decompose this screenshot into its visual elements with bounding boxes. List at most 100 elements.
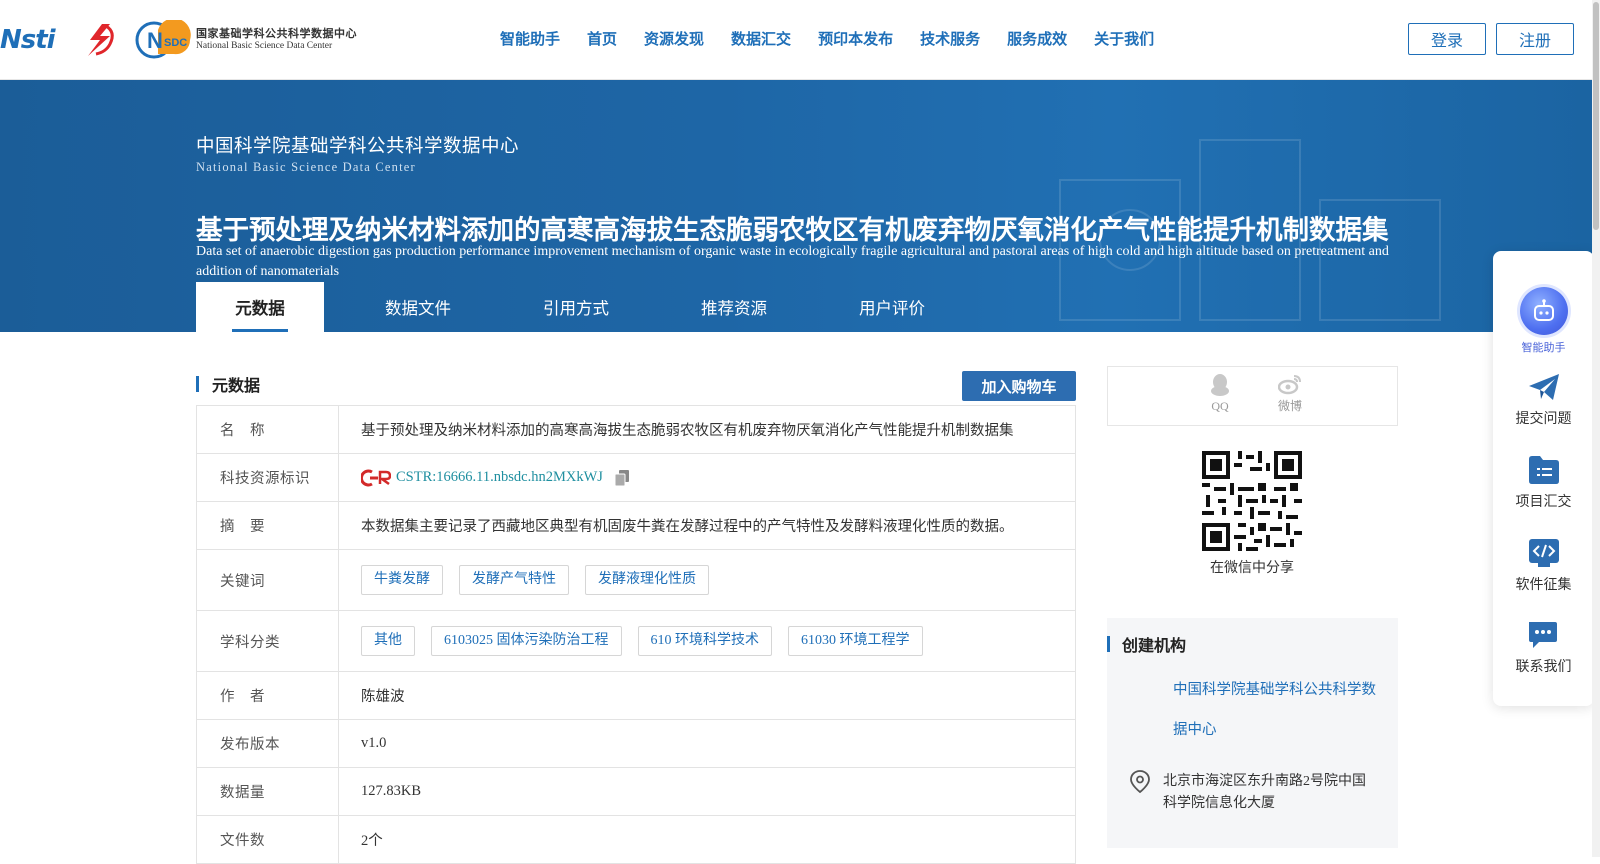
creator-address: 北京市海淀区东升南路2号院中国科学院信息化大厦 [1163, 774, 1366, 811]
name-value: 基于预处理及纳米材料添加的高寒高海拔生态脆弱农牧区有机废弃物厌氧消化产气性能提升… [361, 423, 1014, 439]
nav-item-home[interactable]: 首页 [587, 28, 617, 49]
float-contact-us[interactable]: 联系我们 [1493, 620, 1594, 676]
dataset-title-en: Data set of anaerobic digestion gas prod… [196, 244, 1389, 279]
float-ai-assistant[interactable]: 智能助手 [1493, 287, 1594, 355]
nsdc-logo-mark: N SDC [135, 20, 191, 59]
share-weibo-label: 微博 [1277, 399, 1302, 413]
table-row: 科技资源标识 CSTR:16666.11.nbsdc.hn2MXkWJ [197, 454, 1075, 502]
version-value: v1.0 [361, 735, 387, 751]
banner-org-cn: 中国科学院基础学科公共科学数据中心 [196, 137, 520, 157]
nav-item-resource-discovery[interactable]: 资源发现 [644, 28, 704, 49]
float-contact-label: 联系我们 [1515, 659, 1572, 675]
svg-text:SDC: SDC [164, 37, 187, 49]
cstr-value: CSTR:16666.11.nbsdc.hn2MXkWJ [396, 469, 603, 485]
table-row: 名 称 基于预处理及纳米材料添加的高寒高海拔生态脆弱农牧区有机废弃物厌氧消化产气… [197, 406, 1075, 454]
metadata-section-title: 元数据 [212, 376, 261, 395]
creator-org-line2: 据中心 [1173, 722, 1217, 738]
float-software-call[interactable]: 软件征集 [1493, 538, 1594, 594]
floating-side-panel: 智能助手 提交问题 项目汇交 软件征集 联系我们 [1493, 251, 1594, 706]
keyword-tag[interactable]: 发酵液理化性质 [585, 565, 709, 595]
banner-org-en: National Basic Science Data Center [196, 160, 416, 174]
float-software-label: 软件征集 [1515, 577, 1572, 593]
tab-data-files[interactable]: 数据文件 [354, 282, 482, 332]
register-button[interactable]: 注册 [1496, 23, 1574, 55]
subject-tag[interactable]: 6103025 固体污染防治工程 [431, 626, 622, 656]
author-value: 陈雄波 [361, 689, 405, 705]
add-to-cart-button[interactable]: 加入购物车 [962, 371, 1076, 401]
cas-logo[interactable] [80, 22, 120, 58]
creator-org-link[interactable]: 中国科学院基础学科公共科学数 据中心 [1173, 670, 1383, 750]
login-button[interactable]: 登录 [1408, 23, 1486, 55]
weibo-icon [1278, 375, 1301, 395]
file-count-value: 2个 [361, 833, 383, 849]
author-label: 作 者 [197, 672, 339, 719]
nav-item-tech-service[interactable]: 技术服务 [920, 28, 980, 49]
tab-recommended[interactable]: 推荐资源 [670, 282, 798, 332]
cstr-identifier[interactable]: CSTR:16666.11.nbsdc.hn2MXkWJ [361, 469, 603, 487]
version-label: 发布版本 [197, 720, 339, 767]
copy-icon[interactable] [614, 469, 629, 486]
subject-tag[interactable]: 61030 环境工程学 [788, 626, 923, 656]
table-row: 学科分类 其他 6103025 固体污染防治工程 610 环境科学技术 6103… [197, 611, 1075, 672]
creator-org-line1: 中国科学院基础学科公共科学数 [1173, 682, 1376, 698]
code-icon [1528, 539, 1559, 567]
subject-tag[interactable]: 610 环境科学技术 [637, 626, 772, 656]
cstr-logo-icon [361, 469, 391, 486]
creator-heading: 创建机构 [1107, 632, 1186, 656]
table-row: 关键词 牛粪发酵 发酵产气特性 发酵液理化性质 [197, 550, 1075, 611]
table-row: 摘 要 本数据集主要记录了西藏地区典型有机固废牛粪在发酵过程中的产气特性及发酵料… [197, 502, 1075, 550]
nav-item-service-results[interactable]: 服务成效 [1007, 28, 1067, 49]
wechat-qr-code [1202, 451, 1302, 551]
table-row: 发布版本 v1.0 [197, 720, 1075, 768]
tab-metadata[interactable]: 元数据 [196, 282, 324, 332]
heading-accent-bar [1107, 636, 1110, 652]
metadata-section-heading: 元数据 [196, 372, 260, 396]
abstract-value: 本数据集主要记录了西藏地区典型有机固废牛粪在发酵过程中的产气特性及发酵料液理化性… [361, 519, 1014, 535]
tab-user-reviews[interactable]: 用户评价 [828, 282, 956, 332]
chat-bubble-icon [1528, 622, 1557, 648]
data-size-label: 数据量 [197, 768, 339, 815]
float-ai-label: 智能助手 [1521, 341, 1566, 354]
keyword-tag[interactable]: 牛粪发酵 [361, 565, 443, 595]
nav-item-about[interactable]: 关于我们 [1094, 28, 1154, 49]
nsdc-logo-en: National Basic Science Data Center [196, 41, 333, 51]
robot-icon [1519, 287, 1568, 335]
qq-icon [1211, 374, 1229, 396]
main-nav: 智能助手 首页 资源发现 数据汇交 预印本发布 技术服务 服务成效 关于我们 [500, 28, 1181, 49]
metadata-table: 名 称 基于预处理及纳米材料添加的高寒高海拔生态脆弱农牧区有机废弃物厌氧消化产气… [196, 405, 1076, 864]
subject-label: 学科分类 [197, 611, 339, 671]
nav-item-data-submission[interactable]: 数据汇交 [731, 28, 791, 49]
float-submit-question[interactable]: 提交问题 [1493, 372, 1594, 428]
float-project-submit[interactable]: 项目汇交 [1493, 455, 1594, 511]
share-qq[interactable]: QQ [1200, 373, 1240, 414]
nsti-logo[interactable]: Nsti [0, 24, 56, 56]
name-label: 名 称 [197, 406, 339, 453]
wechat-share-label: 在微信中分享 [1210, 560, 1294, 576]
page-scrollbar[interactable] [1592, 0, 1600, 857]
paper-plane-icon [1528, 374, 1559, 400]
creator-title: 创建机构 [1122, 636, 1187, 655]
scrollbar-thumb[interactable] [1593, 2, 1599, 230]
keyword-tag[interactable]: 发酵产气特性 [459, 565, 569, 595]
subject-tag[interactable]: 其他 [361, 626, 415, 656]
creator-org-box: 创建机构 中国科学院基础学科公共科学数 据中心 北京市海淀区东升南路2号院中国科… [1107, 618, 1398, 848]
nav-item-preprint[interactable]: 预印本发布 [818, 28, 893, 49]
nsti-logo-text: Nsti [0, 25, 56, 55]
tab-citation[interactable]: 引用方式 [512, 282, 640, 332]
share-box: QQ 微博 [1107, 366, 1398, 426]
nav-item-ai-assistant[interactable]: 智能助手 [500, 28, 560, 49]
share-qq-label: QQ [1211, 399, 1229, 413]
file-count-label: 文件数 [197, 816, 339, 863]
share-weibo[interactable]: 微博 [1270, 373, 1310, 414]
top-navbar: Nsti N SDC 国家基础学科公共科学数据中心 National Basic… [0, 0, 1600, 80]
location-pin-icon [1130, 770, 1150, 794]
nsdc-logo-cn: 国家基础学科公共科学数据中心 [196, 28, 357, 40]
abstract-label: 摘 要 [197, 502, 339, 549]
svg-text:N: N [147, 28, 163, 53]
data-size-value: 127.83KB [361, 783, 422, 799]
heading-accent-bar [196, 376, 199, 392]
dataset-banner: 中国科学院基础学科公共科学数据中心 National Basic Science… [0, 80, 1592, 332]
keywords-label: 关键词 [197, 550, 339, 610]
float-project-label: 项目汇交 [1515, 494, 1572, 510]
nsdc-logo[interactable]: N SDC 国家基础学科公共科学数据中心 National Basic Scie… [134, 20, 357, 60]
